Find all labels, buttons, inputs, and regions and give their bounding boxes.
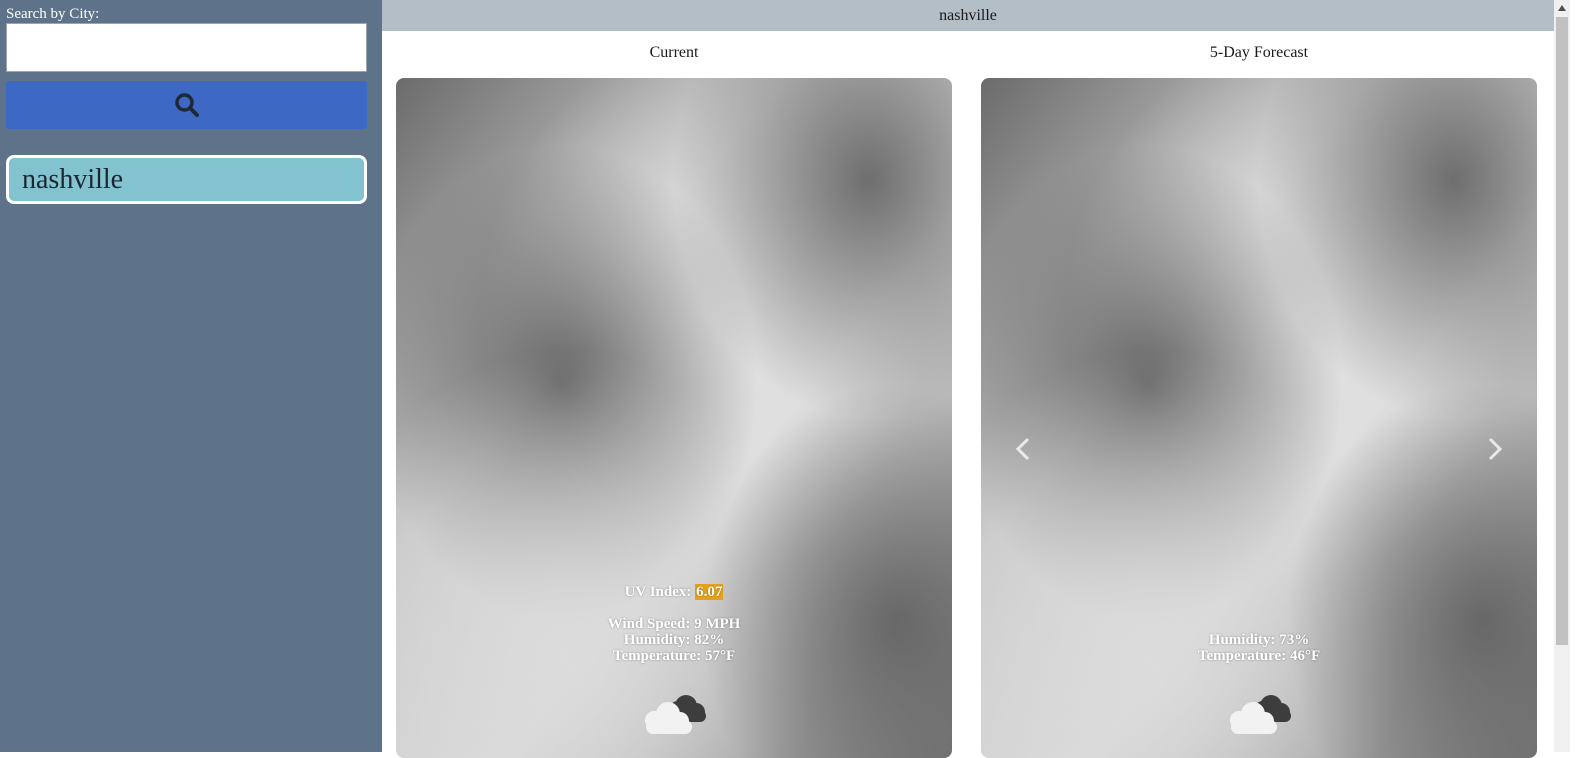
humidity: Humidity: 82%	[623, 632, 725, 648]
forecast-humidity: Humidity: 73%	[1208, 632, 1310, 648]
uv-label: UV Index:	[624, 584, 696, 600]
forecast-heading: 5-Day Forecast	[1209, 44, 1309, 61]
chevron-left-icon[interactable]	[1015, 436, 1031, 462]
sidebar: Search by City: nashville	[0, 0, 382, 752]
city-title-bar: nashville	[382, 0, 1554, 31]
caret-up-icon	[1558, 5, 1566, 11]
wind-speed: Wind Speed: 9 MPH	[607, 616, 741, 632]
forecast-temperature: Temperature: 46°F	[1197, 648, 1321, 664]
history-item-nashville[interactable]: nashville	[6, 155, 367, 204]
forecast-carousel-card: Humidity: 73% Temperature: 46°F	[981, 78, 1537, 758]
uv-value-badge: 6.07	[695, 584, 724, 600]
search-icon	[174, 93, 199, 117]
temperature: Temperature: 57°F	[612, 648, 736, 664]
uv-index: UV Index: 6.07	[396, 584, 952, 600]
search-label: Search by City:	[6, 6, 100, 22]
scrollbar-thumb[interactable]	[1556, 17, 1568, 645]
cloudy-icon	[645, 695, 706, 734]
search-button[interactable]	[6, 81, 367, 129]
window-edge	[1570, 0, 1590, 752]
scroll-up-arrow[interactable]	[1554, 0, 1570, 16]
current-heading: Current	[649, 44, 699, 61]
chevron-right-icon[interactable]	[1487, 436, 1503, 462]
cloudy-icon	[1230, 695, 1291, 734]
city-search-input[interactable]	[6, 23, 367, 72]
current-weather-card: UV Index: 6.07 Wind Speed: 9 MPH Humidit…	[396, 78, 952, 758]
